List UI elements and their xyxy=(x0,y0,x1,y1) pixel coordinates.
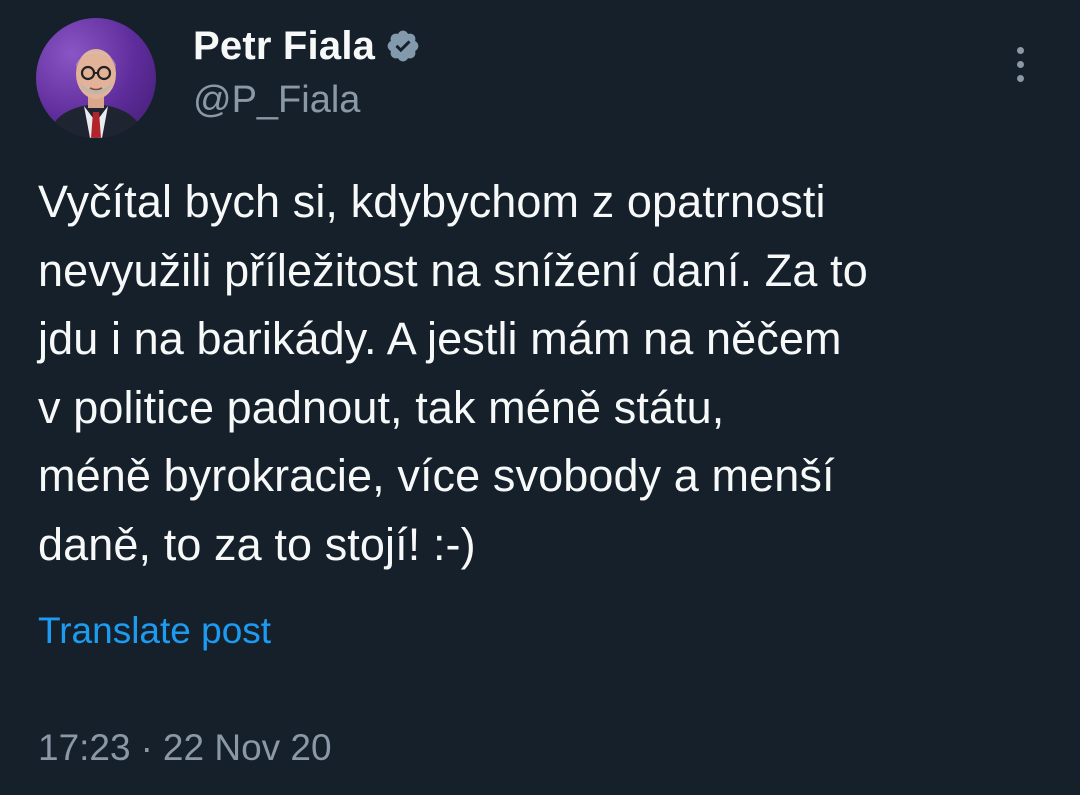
post-timestamp[interactable]: 17:23 · 22 Nov 20 xyxy=(38,722,332,774)
post-text: Vyčítal bych si, kdybychom z opatrnosti … xyxy=(38,176,868,570)
more-options-button[interactable] xyxy=(1000,40,1040,88)
translate-post-link[interactable]: Translate post xyxy=(38,607,271,655)
author-handle[interactable]: @P_Fiala xyxy=(193,76,360,124)
post-detail: Petr Fiala @P_Fiala Vyčítal bych si, kdy… xyxy=(0,0,1080,795)
more-vertical-icon xyxy=(1016,46,1024,54)
author-name-row[interactable]: Petr Fiala xyxy=(193,22,421,70)
verified-badge-icon xyxy=(385,28,421,64)
more-vertical-icon xyxy=(1016,74,1024,82)
timestamp-separator: · xyxy=(140,727,153,768)
post-time[interactable]: 17:23 xyxy=(38,722,131,774)
post-date[interactable]: 22 Nov 20 xyxy=(163,722,332,774)
display-name[interactable]: Petr Fiala xyxy=(193,22,375,70)
more-vertical-icon xyxy=(1016,60,1024,68)
avatar-portrait-icon xyxy=(48,49,144,138)
avatar[interactable] xyxy=(36,18,156,138)
